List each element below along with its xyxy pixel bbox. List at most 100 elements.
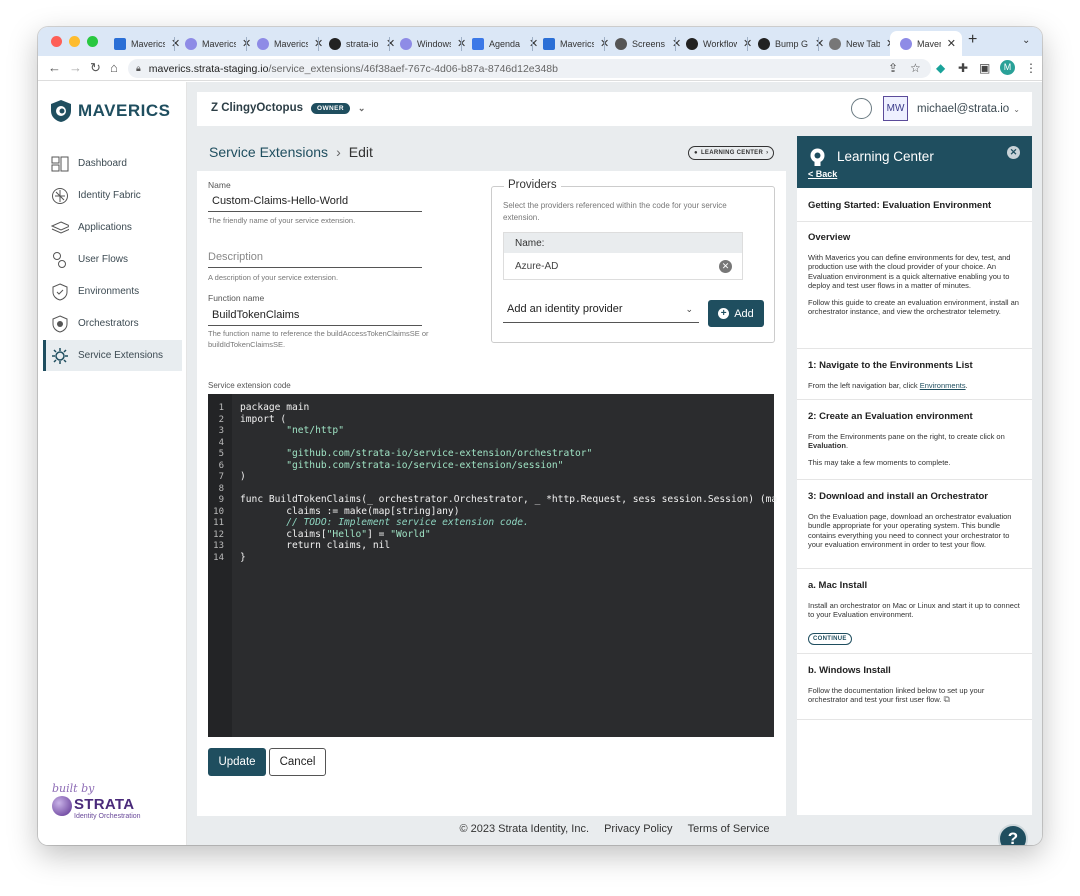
maverics-favicon-icon bbox=[400, 37, 412, 50]
learning-center-panel: Learning Center < Back ✕ Getting Started… bbox=[797, 136, 1032, 815]
brand-name: MAVERICS bbox=[78, 101, 171, 120]
terms-of-service-link[interactable]: Terms of Service bbox=[688, 823, 770, 835]
user-flows-icon bbox=[51, 251, 69, 269]
extension-app-icon[interactable]: ◆ bbox=[936, 61, 945, 75]
maverics-favicon-icon bbox=[900, 37, 912, 50]
share-icon[interactable]: ⇪ bbox=[888, 61, 898, 75]
zoom-window-button[interactable] bbox=[87, 36, 98, 47]
reload-icon[interactable]: ↻ bbox=[90, 60, 101, 76]
browser-menu-icon[interactable]: ⋮ bbox=[1025, 61, 1037, 75]
description-input[interactable]: Description bbox=[208, 251, 422, 268]
browser-tab[interactable]: Windows✕ bbox=[390, 31, 472, 56]
service-extensions-icon bbox=[51, 347, 69, 365]
function-name-input[interactable]: BuildTokenClaims bbox=[208, 309, 422, 326]
remove-provider-icon[interactable]: ✕ bbox=[719, 260, 732, 273]
forward-arrow-icon[interactable]: → bbox=[69, 60, 82, 75]
sidebar-item-environments[interactable]: Environments bbox=[43, 276, 182, 307]
user-menu[interactable]: michael@strata.io ⌄ bbox=[917, 103, 1020, 115]
orchestrators-icon bbox=[51, 314, 69, 333]
role-badge: OWNER bbox=[311, 102, 350, 114]
strata-built-by-logo: built by STRATA Identity Orchestration bbox=[52, 782, 141, 820]
lightbulb-icon: ● bbox=[694, 150, 698, 156]
name-label: Name bbox=[208, 180, 231, 190]
chevron-right-icon: › bbox=[336, 144, 341, 160]
browser-tab[interactable]: New Tab✕ bbox=[819, 31, 901, 56]
profile-avatar[interactable]: M bbox=[1000, 60, 1015, 75]
new-tab-plus-icon[interactable]: + bbox=[968, 31, 977, 49]
identity-provider-select[interactable]: Add an identity provider ⌄ bbox=[503, 303, 699, 323]
browser-tab[interactable]: Maverics✕ bbox=[533, 31, 615, 56]
environments-link[interactable]: Environments bbox=[920, 381, 966, 390]
code-editor[interactable]: 1 2 3 4 5 6 7 8 9 10 11 12 13 14 package… bbox=[208, 394, 777, 737]
code-line: "net/http" bbox=[240, 425, 344, 436]
browser-tab[interactable]: Workflow✕ bbox=[676, 31, 758, 56]
code-line: } bbox=[240, 551, 246, 563]
name-input[interactable]: Custom-Claims-Hello-World bbox=[208, 195, 422, 212]
user-avatar[interactable]: MW bbox=[883, 96, 908, 121]
back-arrow-icon[interactable]: ← bbox=[48, 60, 61, 75]
maverics-logo[interactable]: MAVERICS bbox=[50, 99, 170, 123]
add-provider-button[interactable]: + Add bbox=[708, 300, 764, 327]
close-window-button[interactable] bbox=[51, 36, 62, 47]
footer: © 2023 Strata Identity, Inc. Privacy Pol… bbox=[187, 823, 1042, 843]
cancel-button[interactable]: Cancel bbox=[269, 748, 326, 776]
extensions-puzzle-icon[interactable]: ✚ bbox=[958, 61, 968, 75]
breadcrumb-parent[interactable]: Service Extensions bbox=[209, 144, 328, 160]
browser-tab-active[interactable]: Maverics✕ bbox=[890, 31, 962, 56]
code-line: "github.com/strata-io/service-extension/… bbox=[240, 459, 564, 471]
maverics-favicon-icon bbox=[257, 37, 269, 50]
browser-tab[interactable]: Maverics✕ bbox=[175, 31, 257, 56]
privacy-policy-link[interactable]: Privacy Policy bbox=[604, 823, 672, 835]
providers-table: Name: Azure-AD ✕ bbox=[503, 232, 743, 280]
update-button[interactable]: Update bbox=[208, 748, 266, 776]
main-panel: Service Extensions › Edit ● LEARNING CENTER… bbox=[197, 135, 786, 816]
providers-fieldset: Providers Select the providers reference… bbox=[491, 179, 775, 343]
tenant-switcher[interactable]: Z ClingyOctopus OWNER ⌄ bbox=[211, 102, 365, 114]
bookmark-star-icon[interactable]: ☆ bbox=[910, 61, 921, 75]
sidebar-item-orchestrators[interactable]: Orchestrators bbox=[43, 308, 182, 339]
tab-search-chevron-icon[interactable]: ⌄ bbox=[1022, 35, 1030, 46]
copyright: © 2023 Strata Identity, Inc. bbox=[459, 823, 590, 835]
strata-sphere-icon bbox=[52, 796, 72, 816]
sidebar-item-dashboard[interactable]: Dashboard bbox=[43, 148, 182, 179]
support-avatar-icon[interactable] bbox=[851, 98, 872, 119]
sidebar-item-applications[interactable]: Applications bbox=[43, 212, 182, 243]
providers-table-header: Name: bbox=[504, 233, 742, 253]
windows-install-section: b. Windows Install Follow the documentat… bbox=[797, 654, 1032, 720]
sidebar-item-user-flows[interactable]: User Flows bbox=[43, 244, 182, 275]
github-favicon-icon bbox=[758, 37, 770, 50]
learning-center-button[interactable]: ● LEARNING CENTER › bbox=[688, 146, 775, 160]
external-link-icon[interactable]: ⧉ bbox=[943, 694, 949, 704]
sidebar-item-service-extensions[interactable]: Service Extensions bbox=[43, 340, 182, 371]
code-line: ) bbox=[240, 471, 246, 482]
code-line: claims["Hello"] = "World" bbox=[240, 528, 431, 540]
step-3-section: 3: Download and install an Orchestrator … bbox=[797, 480, 1032, 569]
maverics-favicon-icon bbox=[185, 37, 197, 50]
minimize-window-button[interactable] bbox=[69, 36, 80, 47]
browser-tab[interactable]: Maverics✕ bbox=[247, 31, 329, 56]
maverics-shield-icon bbox=[51, 100, 71, 122]
sidebar: MAVERICS Dashboard Identity Fabric Appli… bbox=[38, 82, 187, 845]
tab-strip: Maverics✕ Maverics✕ Maverics✕ strata-io✕… bbox=[38, 27, 1042, 56]
guide-title-section: Getting Started: Evaluation Environment bbox=[797, 188, 1032, 222]
chevron-down-icon: ⌄ bbox=[685, 304, 693, 314]
applications-icon bbox=[51, 219, 69, 237]
step-2-section: 2: Create an Evaluation environment From… bbox=[797, 400, 1032, 480]
side-panel-icon[interactable]: ▣ bbox=[979, 61, 990, 75]
home-icon[interactable]: ⌂ bbox=[110, 60, 118, 75]
function-name-help: The function name to reference the build… bbox=[208, 329, 429, 349]
environments-icon bbox=[51, 282, 69, 301]
name-help: The friendly name of your service extens… bbox=[208, 216, 356, 225]
code-line: return claims, nil bbox=[240, 540, 391, 551]
continue-button[interactable]: CONTINUE bbox=[808, 632, 852, 645]
app-header: Z ClingyOctopus OWNER ⌄ MW michael@strat… bbox=[197, 92, 1032, 126]
guide-title: Getting Started: Evaluation Environment bbox=[808, 200, 992, 211]
close-tab-icon[interactable]: ✕ bbox=[947, 37, 956, 50]
sidebar-item-identity-fabric[interactable]: Identity Fabric bbox=[43, 180, 182, 211]
chevron-down-icon: ⌄ bbox=[1013, 105, 1020, 114]
address-bar[interactable]: 🔒︎ maverics.strata-staging.io/service_ex… bbox=[128, 59, 931, 78]
back-link[interactable]: < Back bbox=[808, 169, 837, 179]
code-comment-line: // TODO: Implement service extension cod… bbox=[240, 517, 529, 528]
code-line: import ( bbox=[240, 413, 287, 425]
close-icon[interactable]: ✕ bbox=[1007, 146, 1020, 159]
